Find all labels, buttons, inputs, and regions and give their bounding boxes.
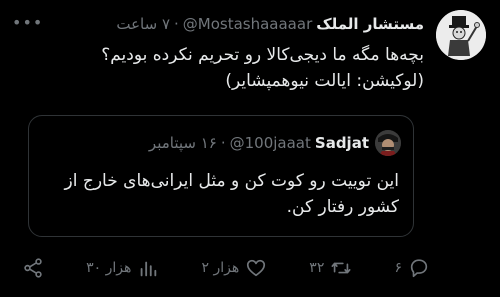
views-button[interactable]: ۳۰ هزار bbox=[86, 255, 159, 281]
quoted-tweet-text: این توییت رو کوت کن و مثل ایرانی‌های خار… bbox=[43, 168, 399, 220]
tweet-card[interactable]: مستشار الملک @Mostashaaaaar · ۷ ساعت •••… bbox=[0, 0, 500, 297]
quoted-text-line: این توییت رو کوت کن و مثل ایرانی‌های خار… bbox=[64, 171, 399, 191]
quoted-tweet-header: Sadjat @100jaaat · ۱۶ سپتامبر bbox=[41, 130, 401, 156]
quoted-tweet[interactable]: Sadjat @100jaaat · ۱۶ سپتامبر این توییت … bbox=[28, 115, 414, 237]
author-name[interactable]: مستشار الملک bbox=[316, 15, 424, 33]
heart-icon bbox=[247, 259, 266, 277]
like-count: ۲ هزار bbox=[201, 260, 240, 276]
author-handle[interactable]: @Mostashaaaaar bbox=[183, 15, 312, 33]
separator-dot: · bbox=[220, 134, 226, 152]
author-avatar[interactable] bbox=[436, 10, 486, 60]
share-button[interactable] bbox=[22, 255, 44, 281]
more-icon[interactable]: ••• bbox=[12, 13, 43, 32]
tweet-timestamp[interactable]: ۷ ساعت bbox=[116, 15, 170, 33]
quoted-timestamp: ۱۶ سپتامبر bbox=[148, 134, 217, 152]
quoted-avatar-image bbox=[375, 130, 401, 156]
tweet-text-line: (لوکیشن: ایالت نیوهمپشایر) bbox=[225, 71, 424, 91]
tweet-text: بچه‌ها مگه ما دیجی‌کالا رو تحریم نکرده ب… bbox=[10, 42, 424, 94]
separator-dot: · bbox=[174, 15, 179, 33]
action-bar: ۶ ۳۲ ۲ هزار ۳۰ هزار bbox=[0, 255, 500, 281]
like-button[interactable]: ۲ هزار bbox=[201, 255, 267, 281]
share-icon bbox=[24, 258, 42, 278]
reply-count: ۶ bbox=[394, 260, 402, 276]
reply-icon bbox=[410, 259, 428, 278]
quoted-author-handle[interactable]: @100jaaat bbox=[230, 134, 311, 152]
views-count: ۳۰ هزار bbox=[86, 260, 132, 276]
reply-button[interactable]: ۶ bbox=[394, 255, 430, 281]
author-avatar-image bbox=[436, 10, 486, 60]
retweet-button[interactable]: ۳۲ bbox=[309, 255, 352, 281]
retweet-icon bbox=[331, 262, 351, 274]
quoted-text-line: کشور رفتار کن. bbox=[286, 197, 399, 217]
quoted-author-avatar bbox=[375, 130, 401, 156]
tweet-text-line: بچه‌ها مگه ما دیجی‌کالا رو تحریم نکرده ب… bbox=[101, 45, 424, 65]
views-icon bbox=[141, 261, 157, 277]
tweet-header: مستشار الملک @Mostashaaaaar · ۷ ساعت ••• bbox=[10, 13, 424, 35]
quoted-author-name[interactable]: Sadjat bbox=[315, 134, 369, 152]
retweet-count: ۳۲ bbox=[309, 260, 325, 276]
